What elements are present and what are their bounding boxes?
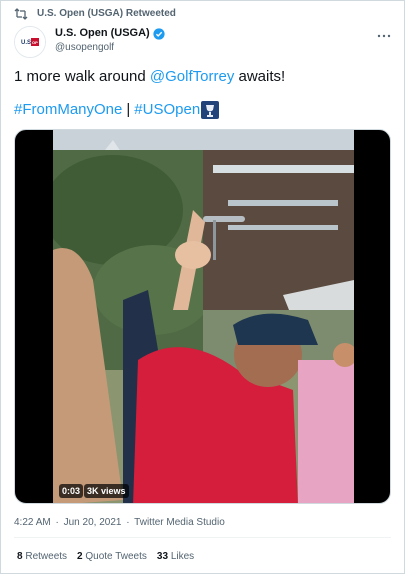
quote-tweets-label: Quote Tweets bbox=[85, 551, 147, 562]
handle[interactable]: @usopengolf bbox=[55, 42, 165, 53]
avatar[interactable]: U.S. OP bbox=[14, 26, 46, 58]
video-player[interactable]: 0:03 3K views bbox=[14, 129, 391, 504]
tweet-header: U.S. OP U.S. Open (USGA) @usopengolf bbox=[14, 26, 391, 58]
likes-count: 33 bbox=[156, 551, 169, 562]
hashtag-frommanyone[interactable]: #FromManyOne bbox=[14, 100, 122, 120]
tweet-meta: 4:22 AM · Jun 20, 2021 · Twitter Media S… bbox=[14, 517, 227, 528]
hashtag-separator: | bbox=[126, 101, 131, 118]
svg-text:OP: OP bbox=[32, 40, 38, 45]
retweet-label: U.S. Open (USGA) Retweeted bbox=[37, 7, 176, 19]
retweets-count: 8 bbox=[17, 551, 23, 562]
tweet-date[interactable]: Jun 20, 2021 bbox=[64, 517, 122, 528]
video-still-image bbox=[53, 130, 354, 503]
retweet-icon bbox=[14, 7, 28, 20]
tweet-text-prefix: 1 more walk around bbox=[14, 68, 150, 85]
video-time: 0:03 bbox=[59, 484, 84, 498]
divider bbox=[14, 537, 391, 538]
tweet-source[interactable]: Twitter Media Studio bbox=[134, 517, 225, 528]
video-frame[interactable]: 0:03 3K views bbox=[53, 130, 354, 503]
quote-tweets-count: 2 bbox=[77, 551, 83, 562]
usga-logo-icon: U.S. OP bbox=[15, 27, 45, 57]
mention-link[interactable]: @GolfTorrey bbox=[150, 68, 234, 85]
likes-label: Likes bbox=[170, 551, 195, 562]
hashtag-usopen[interactable]: #USOpen bbox=[134, 100, 200, 120]
usopen-trophy-hashflag-icon bbox=[201, 101, 220, 119]
tweet-stats: 8 Retweets 2 Quote Tweets 33 Likes bbox=[17, 551, 194, 562]
tweet-time[interactable]: 4:22 AM bbox=[14, 517, 51, 528]
video-views: 3K views bbox=[84, 484, 129, 498]
author-block[interactable]: U.S. Open (USGA) @usopengolf bbox=[55, 27, 165, 53]
retweets-label: Retweets bbox=[25, 551, 68, 562]
video-overlay: 0:03 3K views bbox=[59, 484, 129, 498]
likes-stat[interactable]: 33 Likes bbox=[157, 551, 194, 562]
retweets-stat[interactable]: 8 Retweets bbox=[17, 551, 67, 562]
tweet-text-suffix: awaits! bbox=[234, 68, 286, 85]
tweet-text: 1 more walk around @GolfTorrey awaits! bbox=[14, 67, 285, 87]
quote-tweets-stat[interactable]: 2 Quote Tweets bbox=[77, 551, 147, 562]
meta-dot: · bbox=[55, 517, 59, 528]
display-name[interactable]: U.S. Open (USGA) bbox=[55, 27, 150, 39]
verified-badge-icon bbox=[153, 27, 165, 40]
meta-dot: · bbox=[126, 517, 130, 528]
tweet-hashtags: #FromManyOne | #USOpen bbox=[14, 100, 220, 120]
more-options-icon[interactable] bbox=[377, 28, 391, 38]
retweet-context[interactable]: U.S. Open (USGA) Retweeted bbox=[14, 7, 176, 20]
